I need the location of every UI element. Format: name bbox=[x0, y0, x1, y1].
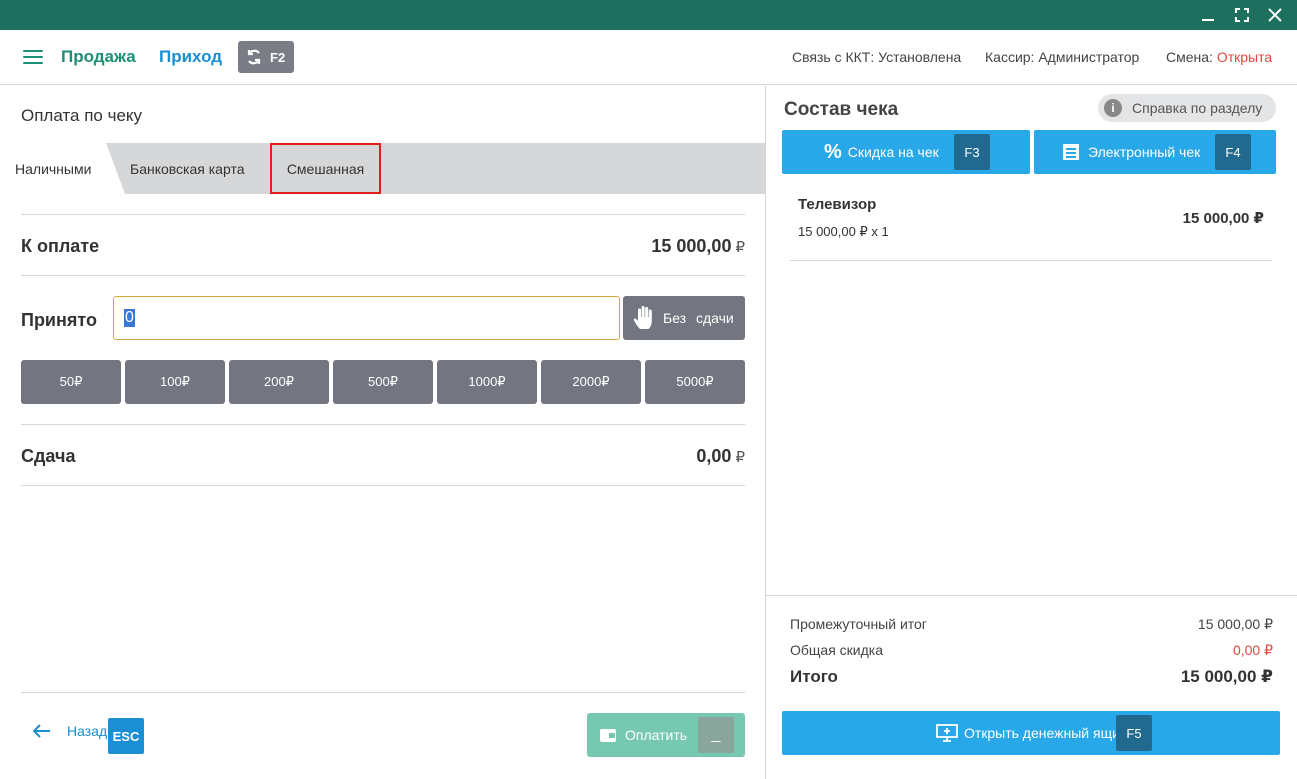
tab-cash[interactable]: Наличными bbox=[0, 143, 125, 194]
drawer-label: Открыть денежный ящик bbox=[963, 725, 1127, 741]
pay-key: _ bbox=[698, 717, 734, 753]
divider bbox=[21, 424, 745, 425]
to-pay-label: К оплате bbox=[21, 236, 100, 256]
quick-amount-200[interactable]: 200₽ bbox=[229, 360, 329, 404]
refresh-button[interactable]: F2 bbox=[238, 41, 294, 73]
no-change-label: Без сдачи bbox=[663, 310, 734, 326]
quick-amount-2000[interactable]: 2000₽ bbox=[541, 360, 641, 404]
no-change-button[interactable]: Без сдачи bbox=[623, 296, 745, 340]
accepted-label: Принято bbox=[21, 310, 97, 330]
esc-key[interactable]: ESC bbox=[108, 718, 144, 754]
to-pay-value: 15 000,00 ₽ bbox=[651, 236, 745, 257]
quick-amount-5000[interactable]: 5000₽ bbox=[645, 360, 745, 404]
menu-icon[interactable] bbox=[23, 50, 43, 66]
arrow-left-icon bbox=[33, 724, 50, 738]
item-price-line: 15 000,00 ₽ x 1 bbox=[798, 224, 889, 239]
accepted-value: 0 bbox=[124, 309, 135, 327]
minimize-icon[interactable] bbox=[1197, 4, 1219, 26]
tab-bank-card[interactable]: Банковская карта bbox=[130, 161, 244, 177]
item-name: Телевизор bbox=[798, 196, 877, 213]
kkt-status: Связь с ККТ: Установлена bbox=[792, 49, 962, 65]
receipt-panel: Состав чека i Справка по разделу % Скидк… bbox=[766, 86, 1297, 779]
change-label: Сдача bbox=[21, 446, 76, 466]
electronic-receipt-button[interactable]: Электронный чек F4 bbox=[1034, 130, 1276, 174]
quick-amount-50[interactable]: 50₽ bbox=[21, 360, 121, 404]
change-amount: 0,00 bbox=[696, 446, 732, 466]
echeck-label: Электронный чек bbox=[1088, 144, 1201, 160]
percent-icon: % bbox=[824, 140, 842, 163]
back-button[interactable]: Назад bbox=[33, 723, 107, 739]
maximize-icon[interactable] bbox=[1231, 4, 1253, 26]
tab-mixed[interactable]: Смешанная bbox=[270, 143, 381, 194]
currency-sign: ₽ bbox=[735, 239, 745, 256]
payment-panel: Оплата по чеку Наличными Банковская карт… bbox=[0, 86, 766, 779]
subtotal-label: Промежуточный итог bbox=[790, 616, 927, 632]
help-button[interactable]: i Справка по разделу bbox=[1098, 94, 1276, 122]
help-label: Справка по разделу bbox=[1132, 100, 1263, 116]
discount-button[interactable]: % Скидка на чек F3 bbox=[782, 130, 1030, 174]
refresh-icon bbox=[247, 49, 261, 65]
receipt-icon bbox=[1063, 144, 1079, 160]
refresh-key: F2 bbox=[270, 49, 286, 65]
divider bbox=[21, 485, 745, 486]
cashier-status: Кассир: Администратор bbox=[985, 49, 1140, 65]
discount-label: Скидка на чек bbox=[847, 144, 939, 160]
divider bbox=[21, 214, 745, 215]
pay-button[interactable]: Оплатить _ bbox=[587, 713, 745, 757]
shift-status-value: Открыта bbox=[1216, 49, 1273, 65]
divider bbox=[21, 692, 745, 693]
payment-tabs: Наличными Банковская карта Смешанная bbox=[0, 143, 766, 194]
info-icon: i bbox=[1104, 99, 1122, 117]
quick-amount-1000[interactable]: 1000₽ bbox=[437, 360, 537, 404]
hand-icon bbox=[633, 306, 652, 329]
accepted-input[interactable]: 0 bbox=[113, 296, 620, 340]
payment-title: Оплата по чеку bbox=[21, 106, 143, 125]
back-label: Назад bbox=[67, 723, 108, 739]
discount-total-value: 0,00 ₽ bbox=[1232, 642, 1273, 658]
shift-status: Смена: Открыта bbox=[1166, 49, 1272, 65]
pay-label: Оплатить bbox=[625, 727, 688, 743]
discount-key: F3 bbox=[954, 134, 990, 170]
nav-sale[interactable]: Продажа bbox=[61, 47, 136, 67]
divider bbox=[790, 260, 1272, 261]
total-label: Итого bbox=[790, 667, 838, 686]
to-pay-amount: 15 000,00 bbox=[651, 236, 732, 256]
divider bbox=[766, 595, 1297, 596]
quick-amounts: 50₽ 100₽ 200₽ 500₽ 1000₽ 2000₽ 5000₽ bbox=[21, 360, 745, 404]
subtotal-value: 15 000,00 ₽ bbox=[1197, 616, 1273, 632]
window-titlebar bbox=[0, 0, 1297, 30]
quick-amount-500[interactable]: 500₽ bbox=[333, 360, 433, 404]
change-value: 0,00 ₽ bbox=[696, 446, 745, 467]
app-header: Продажа Приход F2 Связь с ККТ: Установле… bbox=[0, 30, 1297, 85]
open-drawer-button[interactable]: Открыть денежный ящик F5 bbox=[782, 711, 1280, 755]
wallet-icon bbox=[600, 729, 616, 742]
quick-amount-100[interactable]: 100₽ bbox=[125, 360, 225, 404]
shift-status-label: Смена: bbox=[1166, 49, 1217, 65]
item-total: 15 000,00 ₽ bbox=[1182, 210, 1264, 227]
divider bbox=[21, 275, 745, 276]
close-icon[interactable] bbox=[1264, 4, 1286, 26]
monitor-icon bbox=[936, 724, 958, 742]
receipt-title: Состав чека bbox=[784, 99, 899, 120]
drawer-key: F5 bbox=[1116, 715, 1152, 751]
nav-income[interactable]: Приход bbox=[159, 47, 222, 67]
echeck-key: F4 bbox=[1215, 134, 1251, 170]
total-value: 15 000,00 ₽ bbox=[1180, 667, 1273, 686]
discount-total-label: Общая скидка bbox=[790, 642, 884, 658]
currency-sign: ₽ bbox=[735, 449, 745, 466]
